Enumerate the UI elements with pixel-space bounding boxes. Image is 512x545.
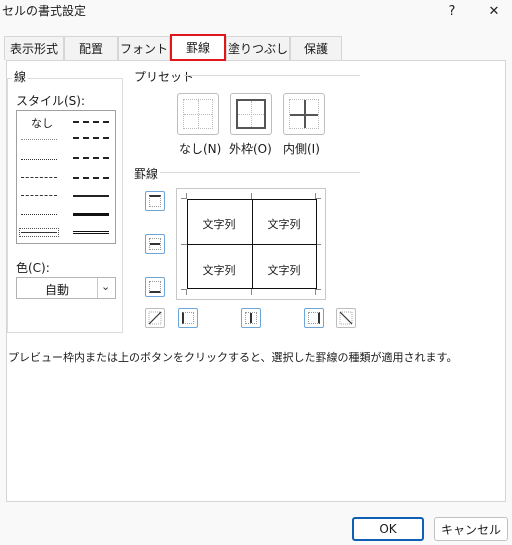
color-value: 自動 bbox=[45, 283, 70, 297]
help-button[interactable]: ? bbox=[438, 0, 466, 22]
preset-outline-icon bbox=[236, 99, 266, 129]
border-preview[interactable]: 文字列 文字列 文字列 文字列 bbox=[176, 188, 326, 300]
border-diagonal-down-button[interactable] bbox=[336, 308, 356, 328]
border-bottom-icon bbox=[149, 281, 161, 293]
line-style-medium-dash-dot[interactable] bbox=[73, 157, 109, 159]
border-horizontal-icon bbox=[149, 238, 161, 250]
tab-alignment[interactable]: 配置 bbox=[64, 36, 118, 60]
line-style-list[interactable]: なし bbox=[16, 110, 116, 244]
border-top-button[interactable] bbox=[145, 191, 165, 211]
window-title: セルの書式設定 bbox=[2, 4, 87, 18]
preset-group-label: プリセット bbox=[132, 68, 197, 85]
preview-cell-text: 文字列 bbox=[267, 264, 301, 277]
cancel-button[interactable]: キャンセル bbox=[434, 517, 508, 541]
diagonal-up-icon bbox=[148, 311, 162, 325]
line-style-medium[interactable] bbox=[73, 195, 109, 197]
border-left-icon bbox=[182, 312, 194, 324]
tab-number-format[interactable]: 表示形式 bbox=[4, 36, 64, 60]
tab-font[interactable]: フォント bbox=[118, 36, 170, 60]
border-diagonal-up-button[interactable] bbox=[145, 308, 165, 328]
preset-none-label[interactable]: なし(N) bbox=[179, 140, 221, 157]
line-group-label: 線 bbox=[12, 68, 29, 85]
preset-outline-button[interactable] bbox=[230, 93, 272, 135]
line-style-medium-dashed[interactable] bbox=[73, 177, 109, 179]
color-label: 色(C): bbox=[16, 261, 50, 275]
border-left-button[interactable] bbox=[178, 308, 198, 328]
line-style-dotted[interactable] bbox=[21, 159, 57, 160]
style-label: スタイル(S): bbox=[16, 94, 86, 108]
border-vertical-icon bbox=[245, 312, 257, 324]
line-style-selection bbox=[19, 228, 59, 237]
preview-cell-text: 文字列 bbox=[202, 218, 236, 231]
preview-marker bbox=[251, 289, 252, 295]
line-style-double[interactable] bbox=[73, 231, 109, 235]
border-divider bbox=[160, 172, 360, 173]
border-top-icon bbox=[149, 195, 161, 207]
border-right-icon bbox=[308, 312, 320, 324]
border-group-label: 罫線 bbox=[132, 165, 161, 182]
preset-divider bbox=[184, 75, 360, 76]
preview-marker bbox=[315, 289, 321, 290]
tab-protection[interactable]: 保護 bbox=[290, 36, 342, 60]
line-style-medium-dash-dot-dot[interactable] bbox=[73, 121, 109, 123]
border-right-button[interactable] bbox=[304, 308, 324, 328]
preview-cell-text: 文字列 bbox=[267, 218, 301, 231]
preset-outline-label[interactable]: 外枠(O) bbox=[229, 140, 272, 157]
line-style-hair[interactable] bbox=[21, 139, 57, 140]
line-style-dash-dot[interactable] bbox=[21, 195, 57, 196]
hint-text: プレビュー枠内または上のボタンをクリックすると、選択した罫線の種類が適用されます… bbox=[8, 351, 458, 364]
border-vertical-button[interactable] bbox=[241, 308, 261, 328]
border-horizontal-button[interactable] bbox=[145, 234, 165, 254]
chevron-down-icon[interactable]: ⌄ bbox=[101, 280, 110, 293]
dropdown-divider bbox=[97, 278, 98, 298]
line-style-none[interactable]: なし bbox=[31, 115, 53, 131]
line-style-dash-dot-dot[interactable] bbox=[21, 177, 57, 178]
close-button[interactable]: ✕ bbox=[480, 0, 508, 22]
line-style-thick[interactable] bbox=[73, 213, 109, 216]
preset-inside-button[interactable] bbox=[283, 93, 325, 135]
preset-inside-label[interactable]: 内側(I) bbox=[283, 140, 320, 157]
preset-none-button[interactable] bbox=[177, 93, 219, 135]
diagonal-down-icon bbox=[339, 311, 353, 325]
tab-border[interactable]: 罫線 bbox=[170, 34, 226, 61]
color-dropdown[interactable]: 自動 ⌄ bbox=[16, 277, 116, 299]
tab-fill[interactable]: 塗りつぶし bbox=[226, 36, 290, 60]
preset-inside-icon bbox=[289, 99, 319, 129]
line-style-slant-dash-dot[interactable] bbox=[73, 137, 109, 139]
line-style-dashed-thin[interactable] bbox=[21, 214, 57, 215]
ok-button[interactable]: OK bbox=[352, 517, 424, 541]
border-bottom-button[interactable] bbox=[145, 277, 165, 297]
preset-none-icon bbox=[183, 99, 213, 129]
preview-cell-text: 文字列 bbox=[202, 264, 236, 277]
preview-marker bbox=[181, 289, 187, 290]
